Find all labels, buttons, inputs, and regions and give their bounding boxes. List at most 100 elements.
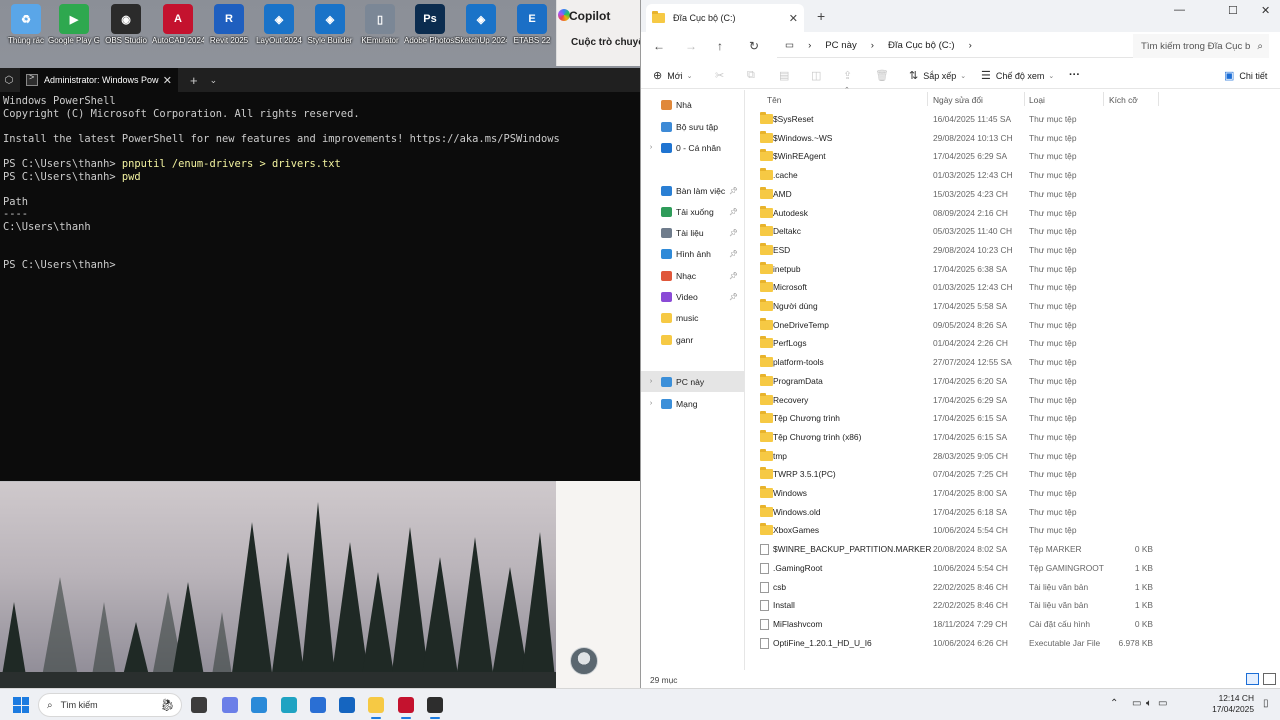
refresh-icon[interactable]: ↻ — [749, 39, 759, 53]
table-row[interactable]: tmp 28/03/2025 9:05 CH Thư mục tệp — [746, 447, 1280, 466]
sidebar-item[interactable]: › PC này — [641, 371, 744, 392]
desktop-shortcut[interactable]: ◈ SketchUp 2024 — [455, 2, 507, 45]
notifications-icon[interactable]: ▯ — [1263, 698, 1269, 709]
column-type[interactable]: Loại — [1029, 95, 1045, 105]
sidebar-item[interactable]: › Mạng — [641, 393, 744, 414]
pin-icon[interactable]: 📌︎ — [729, 272, 738, 280]
details-view-icon[interactable] — [1246, 673, 1259, 685]
chevron-up-icon[interactable]: ⌃ — [1110, 698, 1118, 709]
new-tab-button[interactable]: + — [190, 73, 198, 88]
edge-icon[interactable] — [281, 697, 297, 713]
paste-button[interactable]: ▤ — [779, 69, 794, 82]
sidebar-item[interactable]: Bộ sưu tập — [641, 116, 744, 137]
sidebar-item[interactable]: Tải xuống 📌︎ — [641, 201, 744, 222]
terminal-tab[interactable]: Administrator: Windows PowerShell ✕ — [20, 68, 178, 92]
share-button[interactable]: ⇪ — [843, 69, 857, 82]
display-icon[interactable]: ▭ — [1132, 698, 1141, 709]
view-button[interactable]: ☰ Chế độ xem ⌄ — [981, 69, 1054, 82]
desktop-shortcut[interactable]: ◉ OBS Studio — [100, 2, 152, 45]
table-row[interactable]: csb 22/02/2025 8:46 CH Tài liệu văn bản 1 K… — [746, 578, 1280, 597]
sort-button[interactable]: ⇅ Sắp xếp ⌄ — [909, 69, 966, 82]
expand-chevron-icon[interactable]: › — [641, 144, 661, 151]
table-row[interactable]: ESD 29/08/2024 10:23 CH Thư mục tệp — [746, 241, 1280, 260]
table-row[interactable]: Windows 17/04/2025 8:00 SA Thư mục tệp — [746, 484, 1280, 503]
table-row[interactable]: OptiFine_1.20.1_HD_U_I6 10/06/2024 6:26 C… — [746, 634, 1280, 653]
table-row[interactable]: $SysReset 16/04/2025 11:45 SA Thư mục tệp — [746, 110, 1280, 129]
sidebar-item[interactable]: Hình ảnh 📌︎ — [641, 243, 744, 264]
battery-icon[interactable]: ▭ — [1158, 698, 1167, 709]
column-name[interactable]: Tên — [767, 95, 781, 105]
outlook-icon[interactable] — [339, 697, 355, 713]
table-row[interactable]: Windows.old 17/04/2025 6:18 SA Thư mục tệp — [746, 503, 1280, 522]
column-date[interactable]: Ngày sửa đổi — [933, 95, 983, 105]
column-size[interactable]: Kích cỡ — [1109, 95, 1138, 105]
avatar[interactable] — [570, 647, 598, 675]
pin-icon[interactable]: 📌︎ — [729, 293, 738, 301]
vscode-icon[interactable] — [251, 697, 267, 713]
table-row[interactable]: AMD 15/03/2025 4:23 CH Thư mục tệp — [746, 185, 1280, 204]
taskbar-search-input[interactable]: ⌕ Tìm kiếm 🐉︎ — [38, 693, 182, 717]
task-view-icon[interactable] — [191, 697, 207, 713]
sidebar-item[interactable]: Nhà — [641, 94, 744, 115]
sidebar-item[interactable]: Bàn làm việc 📌︎ — [641, 180, 744, 201]
column-separator[interactable] — [1158, 92, 1159, 106]
forward-arrow-icon[interactable]: → — [685, 39, 697, 53]
desktop-shortcut[interactable]: ▶ Google Play Games Beta — [48, 2, 100, 45]
explorer-tab[interactable]: Đĩa Cục bộ (C:) ✕ — [646, 4, 804, 32]
table-row[interactable]: Microsoft 01/03/2025 12:43 CH Thư mục tệp — [746, 278, 1280, 297]
sidebar-item[interactable]: Nhạc 📌︎ — [641, 265, 744, 286]
search-input[interactable]: Tìm kiếm trong Đĩa Cục b ⌕ — [1133, 34, 1269, 58]
new-tab-button[interactable]: + — [817, 8, 825, 24]
table-row[interactable]: $WINRE_BACKUP_PARTITION.MARKER 20/08/2024… — [746, 540, 1280, 559]
table-row[interactable]: platform-tools 27/07/2024 12:55 SA Thư mục… — [746, 353, 1280, 372]
sidebar-item[interactable]: Video 📌︎ — [641, 286, 744, 307]
expand-chevron-icon[interactable]: › — [641, 400, 661, 407]
copilot-icon[interactable] — [222, 697, 238, 713]
pin-icon[interactable]: 📌︎ — [729, 187, 738, 195]
column-separator[interactable] — [1103, 92, 1104, 106]
file-explorer-icon[interactable] — [368, 697, 384, 719]
terminal-output[interactable]: Windows PowerShell Copyright (C) Microsof… — [0, 92, 640, 274]
rename-button[interactable]: ◫ — [811, 69, 826, 82]
close-icon[interactable]: ✕ — [789, 12, 798, 25]
table-row[interactable]: PerfLogs 01/04/2024 2:26 CH Thư mục tệp — [746, 334, 1280, 353]
desktop-shortcut[interactable]: ◈ LayOut 2024 — [253, 2, 305, 45]
table-row[interactable]: .cache 01/03/2025 12:43 CH Thư mục tệp — [746, 166, 1280, 185]
autocad-taskbar-icon[interactable] — [398, 697, 414, 719]
more-options-button[interactable]: ··· — [1069, 69, 1080, 81]
table-row[interactable]: Tệp Chương trình 17/04/2025 6:15 SA Thư mụ… — [746, 409, 1280, 428]
expand-chevron-icon[interactable]: › — [641, 378, 661, 385]
table-row[interactable]: inetpub 17/04/2025 6:38 SA Thư mục tệp — [746, 260, 1280, 279]
sidebar-item[interactable]: ganr — [641, 329, 744, 350]
copilot-conversation-label[interactable]: Cuộc trò chuyện — [571, 37, 650, 48]
table-row[interactable]: ProgramData 17/04/2025 6:20 SA Thư mục tệp — [746, 372, 1280, 391]
close-window-icon[interactable]: ✕ — [1261, 4, 1270, 17]
maximize-icon[interactable]: ☐ — [1228, 4, 1238, 17]
column-separator[interactable] — [927, 92, 928, 106]
desktop-shortcut[interactable]: R Revit 2025 — [203, 2, 255, 45]
breadcrumb-pc[interactable]: PC này — [825, 40, 856, 51]
delete-button[interactable]: 🗑︎ — [875, 69, 894, 82]
windows-start-icon[interactable] — [13, 697, 29, 713]
table-row[interactable]: MiFlashvcom 18/11/2024 7:29 CH Cài đặt cấu… — [746, 615, 1280, 634]
minimize-icon[interactable]: — — [1174, 4, 1185, 16]
sidebar-item[interactable]: music — [641, 307, 744, 328]
table-row[interactable]: Autodesk 08/09/2024 2:16 CH Thư mục tệp — [746, 204, 1280, 223]
new-button[interactable]: ⊕ Mới ⌄ — [653, 69, 693, 82]
sidebar-item[interactable]: Tài liệu 📌︎ — [641, 222, 744, 243]
table-row[interactable]: $Windows.~WS 29/08/2024 10:13 CH Thư mục t… — [746, 129, 1280, 148]
volume-icon[interactable]: 🔈︎ — [1146, 698, 1152, 709]
table-row[interactable]: TWRP 3.5.1(PC) 07/04/2025 7:25 CH Thư mục … — [746, 465, 1280, 484]
store-icon[interactable] — [310, 697, 326, 713]
table-row[interactable]: OneDriveTemp 09/05/2024 8:26 SA Thư mục tệ… — [746, 316, 1280, 335]
table-row[interactable]: Tệp Chương trình (x86) 17/04/2025 6:15 SA… — [746, 428, 1280, 447]
table-row[interactable]: Người dùng 17/04/2025 5:58 SA Thư mục tệp — [746, 297, 1280, 316]
desktop-shortcut[interactable]: Ps Adobe Photosh... — [404, 2, 456, 45]
table-row[interactable]: Install 22/02/2025 8:46 CH Tài liệu văn bả… — [746, 596, 1280, 615]
table-row[interactable]: Deltakc 05/03/2025 11:40 CH Thư mục tệp — [746, 222, 1280, 241]
up-arrow-icon[interactable]: ↑ — [717, 39, 723, 53]
close-tab-icon[interactable]: ✕ — [163, 74, 172, 87]
sidebar-item[interactable]: › 0 - Cá nhân — [641, 137, 744, 158]
search-icon[interactable]: ⌕ — [1257, 41, 1263, 52]
back-arrow-icon[interactable]: ← — [653, 39, 665, 53]
